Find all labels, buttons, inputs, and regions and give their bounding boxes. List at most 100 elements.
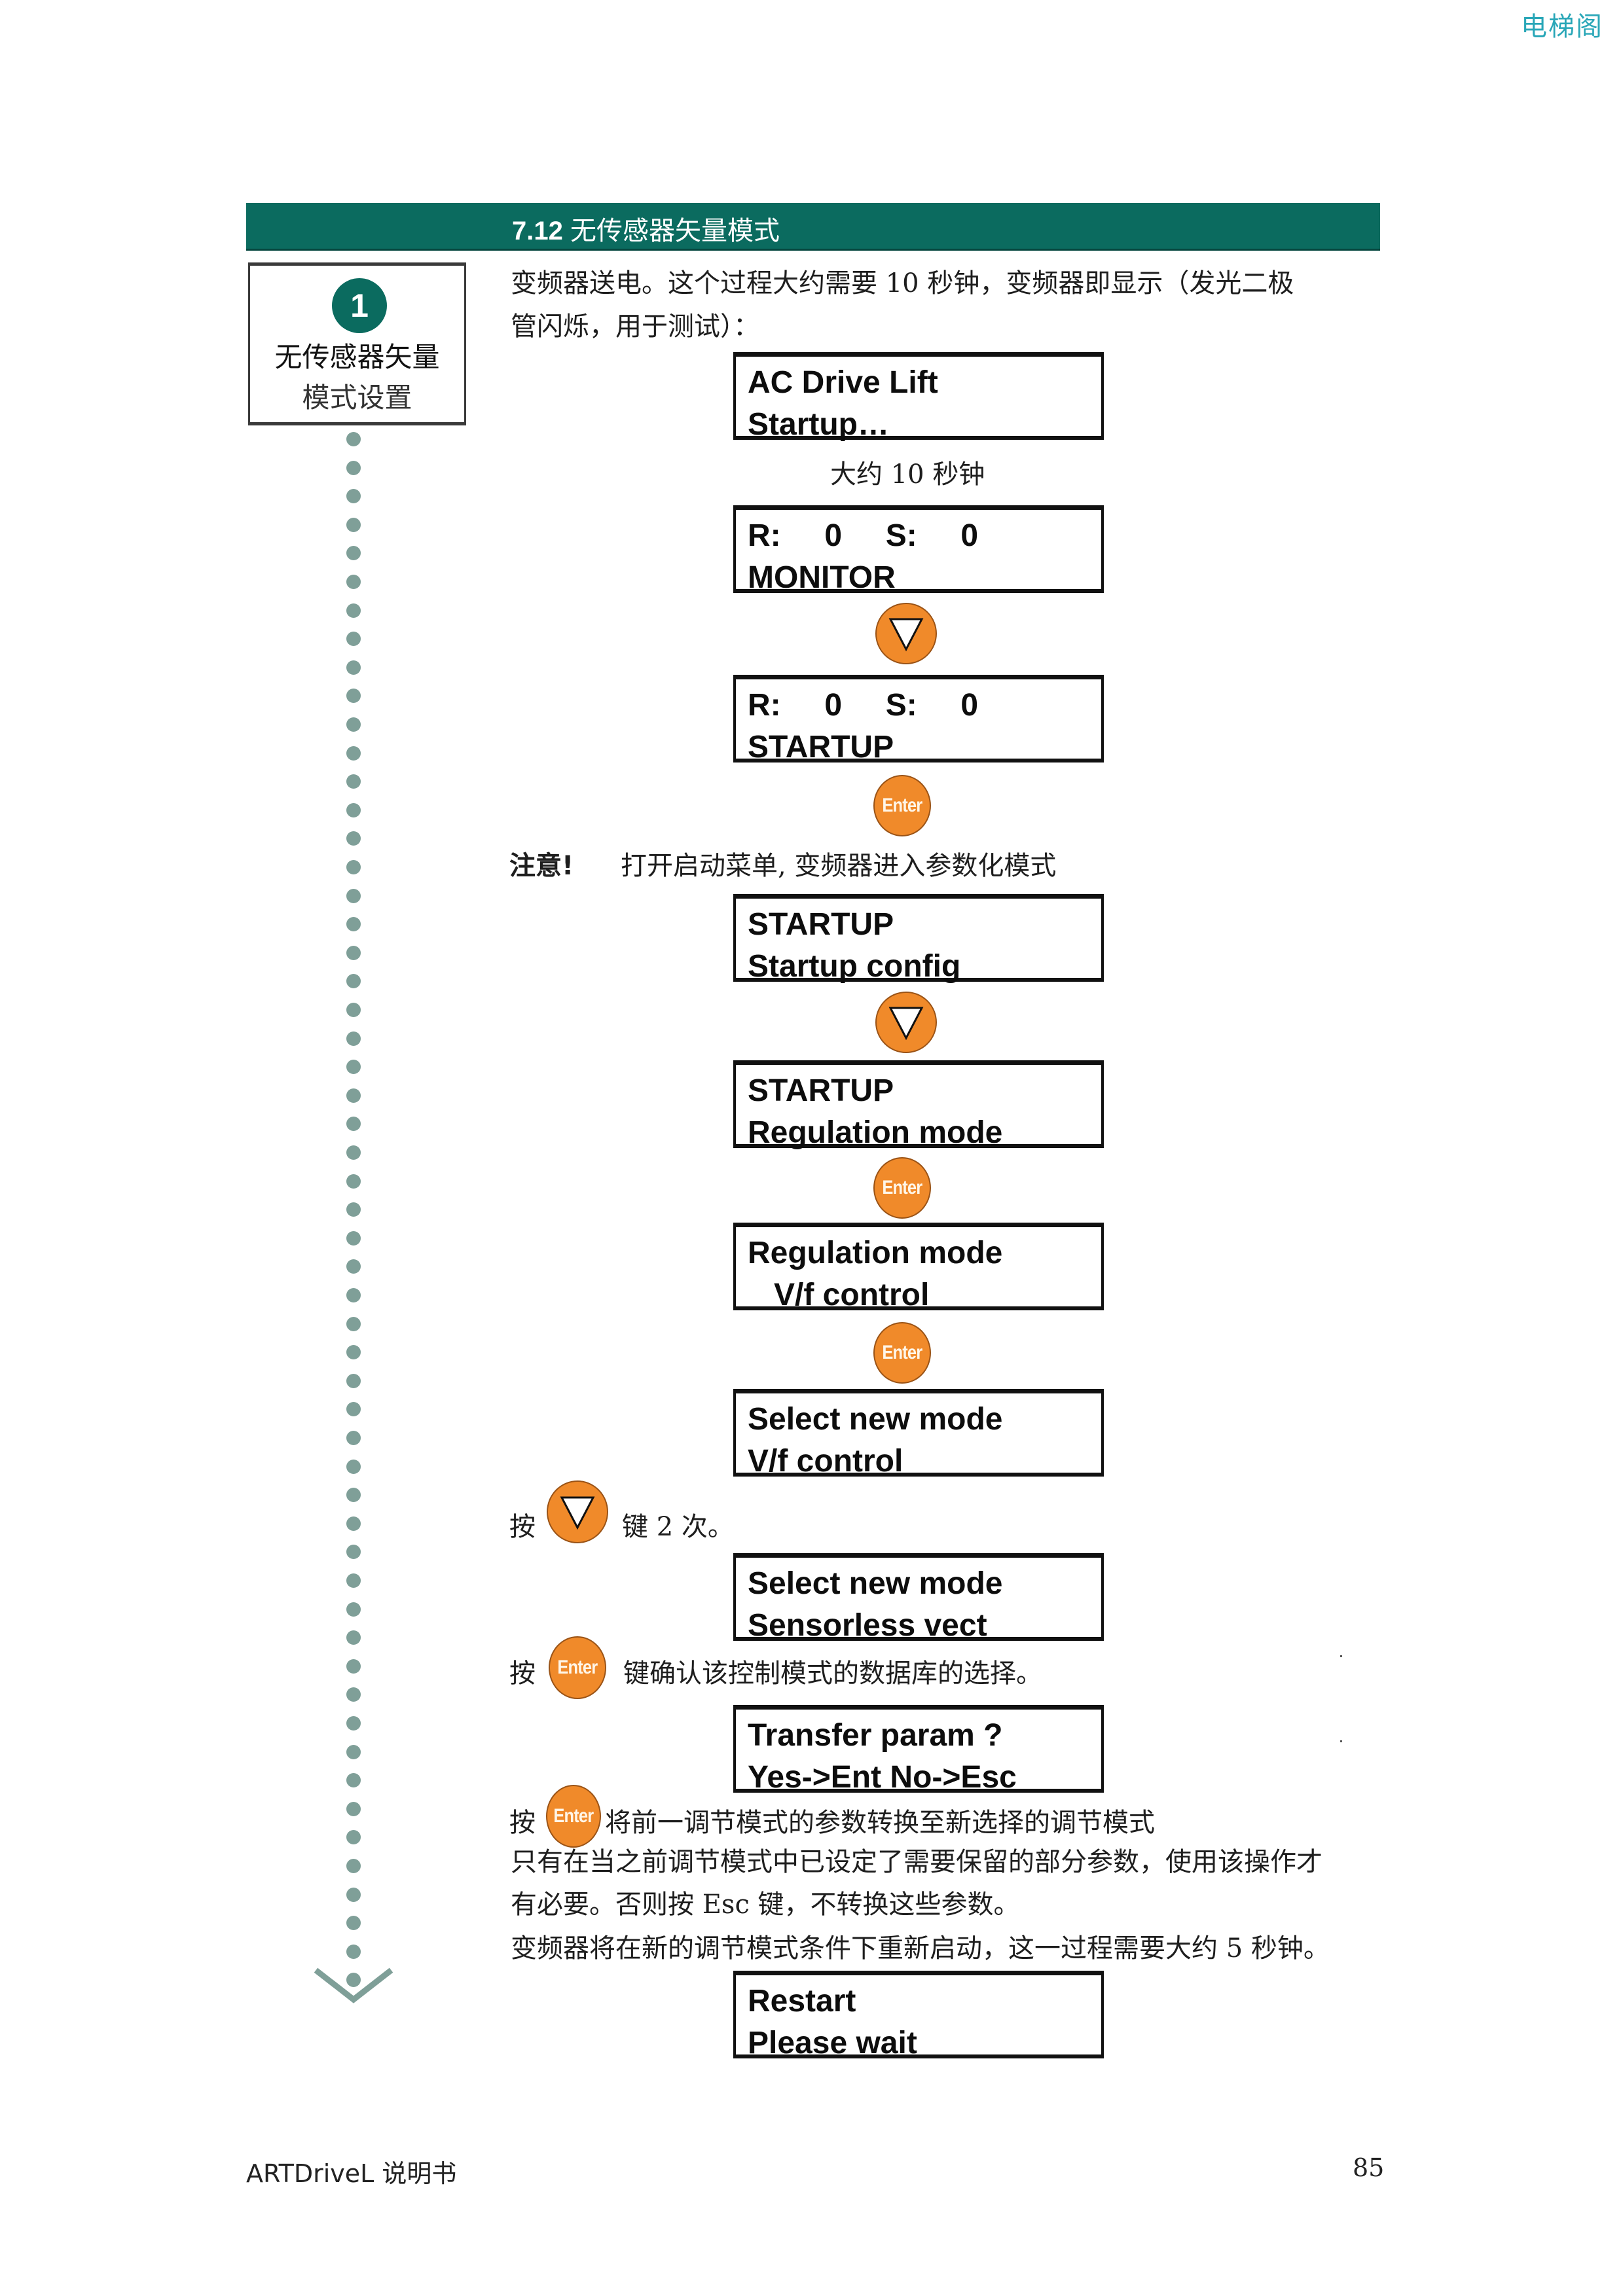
progress-dot — [346, 717, 361, 732]
chevron-down-icon — [314, 1967, 393, 2003]
lcd-line-2: Please wait — [748, 2026, 917, 2060]
intro-line-1: 变频器送电。这个过程大约需要 10 秒钟，变频器即显示（发光二极 — [511, 268, 1294, 298]
progress-dot — [346, 1174, 361, 1189]
progress-dot — [346, 1288, 361, 1302]
stray-mark — [1340, 1655, 1342, 1657]
lcd-line-1: STARTUP — [748, 907, 894, 942]
progress-dot — [346, 803, 361, 817]
progress-dot — [346, 1003, 361, 1017]
lcd-line-2: Yes->Ent No->Esc — [748, 1760, 1017, 1795]
section-title-text: 无传感器矢量模式 — [570, 216, 780, 246]
only-if-line-2: 有必要。否则按 Esc 键，不转换这些参数。 — [511, 1890, 1020, 1920]
press-label: 按 — [509, 1808, 536, 1838]
down-triangle-icon — [888, 618, 924, 652]
only-if-line-1: 只有在当之前调节模式中已设定了需要保留的部分参数，使用该操作才 — [511, 1847, 1322, 1877]
lcd-line-1: Select new mode — [748, 1566, 1003, 1601]
progress-dot — [346, 1687, 361, 1702]
enter-key-button[interactable]: Enter — [549, 1636, 606, 1699]
lcd-line-1: Regulation mode — [748, 1236, 1003, 1270]
progress-dot — [346, 1460, 361, 1474]
progress-dot — [346, 632, 361, 646]
progress-dot — [346, 518, 361, 532]
progress-dot — [346, 917, 361, 931]
progress-dot — [346, 774, 361, 789]
section-number: 7.12 — [512, 217, 563, 245]
enter-key-label: Enter — [882, 1177, 923, 1198]
enter-key-label: Enter — [557, 1657, 598, 1678]
progress-dot — [346, 1945, 361, 1959]
lcd-display: AC Drive Lift Startup… — [733, 352, 1104, 442]
progress-dot — [346, 461, 361, 475]
progress-dot — [346, 432, 361, 446]
progress-dot — [346, 1630, 361, 1645]
enter-key-button[interactable]: Enter — [873, 1322, 931, 1384]
progress-dot — [346, 1402, 361, 1416]
note-text: 打开启动菜单, 变频器进入参数化模式 — [621, 851, 1057, 881]
lcd-line-1: Transfer param ? — [748, 1718, 1003, 1753]
enter-key-label: Enter — [553, 1805, 594, 1827]
step-number-badge: 1 — [332, 278, 387, 333]
section-header-bar — [246, 203, 1380, 251]
progress-dot — [346, 660, 361, 675]
progress-dot — [346, 575, 361, 589]
restart-note: 变频器将在新的调节模式条件下重新启动，这一过程需要大约 5 秒钟。 — [511, 1933, 1330, 1964]
lcd-line-2: V/f control — [748, 1278, 930, 1312]
progress-dot — [346, 831, 361, 846]
transfer-text: 将前一调节模式的参数转换至新选择的调节模式 — [605, 1808, 1155, 1838]
progress-dot — [346, 1545, 361, 1559]
lcd-display: STARTUP Startup config — [733, 894, 1104, 984]
down-key-button[interactable] — [875, 603, 937, 664]
confirm-text: 键确认该控制模式的数据库的选择。 — [623, 1659, 1042, 1689]
progress-dot — [346, 1659, 361, 1674]
lcd-display: Restart Please wait — [733, 1971, 1104, 2060]
enter-key-button[interactable]: Enter — [873, 1157, 931, 1219]
lcd-line-2: Startup config — [748, 949, 961, 984]
progress-dot — [346, 974, 361, 988]
enter-key-button[interactable]: Enter — [873, 775, 931, 836]
lcd-line-1: STARTUP — [748, 1073, 894, 1108]
progress-dot — [346, 1060, 361, 1074]
down-triangle-icon — [888, 1007, 924, 1041]
lcd-display: Select new mode V/f control — [733, 1389, 1104, 1479]
progress-dot — [346, 1716, 361, 1731]
lcd-line-2: Startup… — [748, 407, 889, 442]
lcd-display: R: 0 S: 0 STARTUP — [733, 675, 1104, 764]
down-key-button[interactable] — [875, 992, 937, 1053]
enter-key-label: Enter — [882, 795, 923, 816]
progress-dot — [346, 1830, 361, 1844]
progress-dot — [346, 1259, 361, 1274]
wait-caption: 大约 10 秒钟 — [830, 459, 985, 490]
lcd-line-2: V/f control — [748, 1444, 903, 1479]
step-label-line1: 无传感器矢量 — [274, 341, 440, 373]
lcd-display: Transfer param ? Yes->Ent No->Esc — [733, 1705, 1104, 1795]
progress-dot — [346, 1117, 361, 1131]
progress-dot — [346, 860, 361, 874]
progress-dot — [346, 689, 361, 703]
progress-dot — [346, 489, 361, 503]
lcd-display: STARTUP Regulation mode — [733, 1060, 1104, 1150]
lcd-line-2: Regulation mode — [748, 1115, 1003, 1150]
enter-key-button[interactable]: Enter — [546, 1785, 601, 1848]
progress-dot — [346, 1317, 361, 1331]
lcd-line-1: R: 0 S: 0 — [748, 688, 979, 723]
lcd-line-2: MONITOR — [748, 560, 896, 595]
step-label-line2: 模式设置 — [302, 382, 412, 414]
progress-dot — [346, 1231, 361, 1246]
press-label: 按 — [509, 1659, 536, 1689]
progress-dot — [346, 1031, 361, 1046]
note-label: 注意! — [509, 851, 574, 881]
progress-dot — [346, 1802, 361, 1816]
progress-dot — [346, 1573, 361, 1588]
down-key-button[interactable] — [547, 1480, 608, 1543]
lcd-line-1: AC Drive Lift — [748, 365, 938, 400]
footer-manual-title: ARTDriveL 说明书 — [246, 2159, 457, 2188]
down-twice-text: 键 2 次。 — [622, 1512, 734, 1542]
progress-dot — [346, 546, 361, 560]
press-label: 按 — [509, 1512, 536, 1542]
stray-mark — [1340, 1740, 1342, 1742]
lcd-display: R: 0 S: 0 MONITOR — [733, 505, 1104, 595]
progress-dot — [346, 1888, 361, 1902]
progress-dot — [346, 1374, 361, 1388]
progress-dot — [346, 603, 361, 618]
progress-dot — [346, 1345, 361, 1359]
